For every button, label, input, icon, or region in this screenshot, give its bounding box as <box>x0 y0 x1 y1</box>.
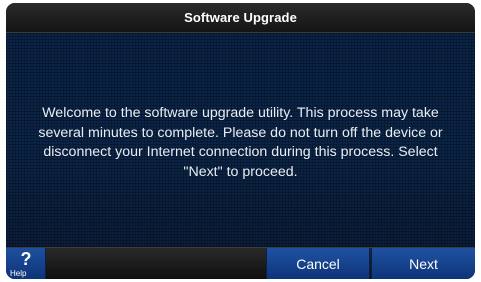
help-button[interactable]: ? Help <box>6 248 46 279</box>
next-button[interactable]: Next <box>371 248 475 279</box>
touch-screen: Software Upgrade Welcome to the software… <box>6 3 475 279</box>
page-title: Software Upgrade <box>184 10 297 25</box>
cancel-button[interactable]: Cancel <box>266 248 370 279</box>
welcome-message: Welcome to the software upgrade utility.… <box>38 105 443 180</box>
device-frame: Software Upgrade Welcome to the software… <box>0 0 481 282</box>
help-label: Help <box>10 269 27 278</box>
cancel-button-label: Cancel <box>296 255 340 272</box>
question-mark-icon: ? <box>20 249 32 269</box>
message-panel: Welcome to the software upgrade utility.… <box>6 33 475 247</box>
next-button-label: Next <box>409 255 438 272</box>
bottom-toolbar: ? Help Cancel Next <box>6 247 475 279</box>
title-bar: Software Upgrade <box>6 3 475 33</box>
